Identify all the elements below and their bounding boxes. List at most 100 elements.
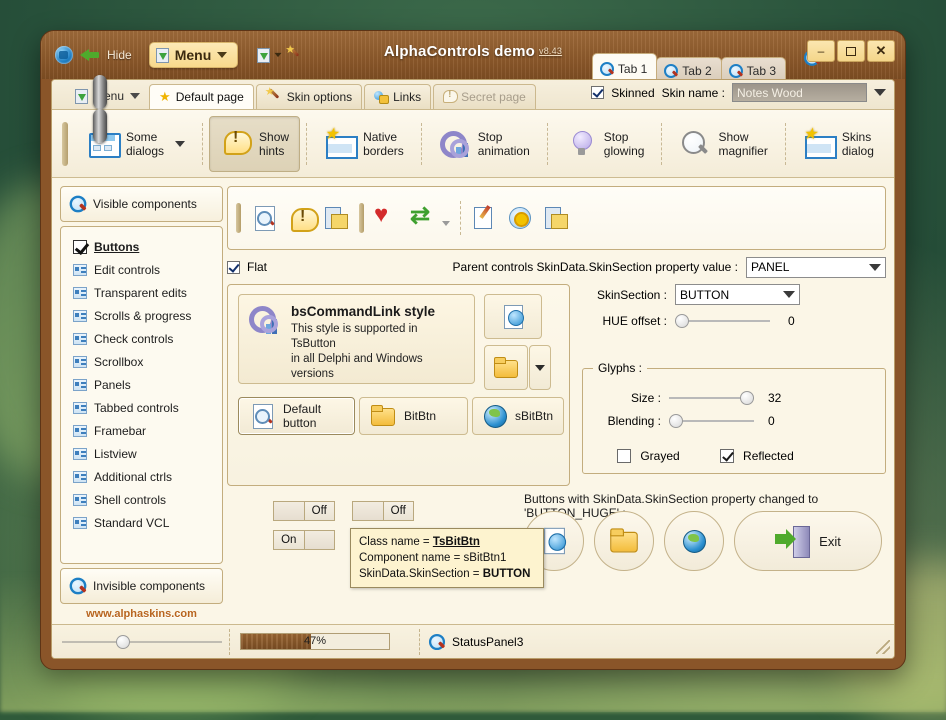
sidebar-list[interactable]: Buttons Edit controls Transparent edits … [60, 226, 223, 564]
toolbar-show-hints-button[interactable]: Show hints [209, 115, 301, 172]
window-title-text: AlphaControls demo [383, 43, 536, 60]
slider-knob[interactable] [740, 391, 754, 405]
sidebar-item-panels[interactable]: Panels [67, 373, 216, 396]
huge-globe-button[interactable] [664, 511, 724, 571]
titlebar-menu-button[interactable]: Menu [148, 42, 239, 68]
chevron-down-icon[interactable] [175, 140, 186, 147]
control-icon [73, 332, 87, 345]
parent-skinsection-combo[interactable]: PANEL [746, 256, 886, 278]
folder-dropdown-button[interactable] [529, 345, 551, 390]
sidebar-header-label: Visible components [93, 197, 197, 211]
grayed-checkbox-group[interactable]: Grayed [617, 449, 680, 463]
sidebar-item-additional-ctrls[interactable]: Additional ctrls [67, 465, 216, 488]
toggle-right-half[interactable]: Off [303, 502, 334, 520]
window-client-area: Menu ★ Default page Skin options Links S… [51, 79, 895, 659]
toolbar-gripper[interactable] [359, 203, 364, 233]
glyph-blending-slider[interactable] [669, 414, 754, 428]
magnifier-icon [664, 63, 679, 78]
toggle-right-half[interactable] [305, 531, 335, 549]
grayed-checkbox[interactable] [617, 449, 631, 463]
toolbar-gripper[interactable] [62, 121, 68, 166]
sidebar-header-visible-components[interactable]: Visible components [60, 186, 223, 222]
bitbtn-button[interactable]: BitBtn [359, 397, 468, 435]
toolbar-native-borders-button[interactable]: ★ Native borders [313, 116, 415, 172]
minimize-button[interactable]: – [807, 40, 835, 62]
chevron-down-icon[interactable] [442, 220, 450, 226]
sidebar-item-standard-vcl[interactable]: Standard VCL [67, 511, 216, 534]
skin-name-input[interactable]: Notes Wood [732, 83, 867, 102]
toggle-off-2[interactable]: Off [352, 501, 414, 521]
sidebar-item-buttons[interactable]: Buttons [67, 235, 216, 258]
toolbar-stop-animation-button[interactable]: Stop animation [428, 116, 541, 172]
edit-pencil-icon[interactable] [471, 205, 497, 231]
sidebar-item-shell-controls[interactable]: Shell controls [67, 488, 216, 511]
magnifier-icon[interactable] [251, 205, 277, 231]
back-arrow-icon[interactable] [80, 47, 100, 63]
hue-offset-slider[interactable] [675, 314, 770, 328]
magic-wand-icon [265, 85, 282, 105]
sidebar-item-label: Transparent edits [94, 285, 187, 300]
chevron-down-icon[interactable] [874, 89, 886, 96]
hue-offset-value: 0 [788, 314, 795, 328]
toolbar-stop-glowing-button[interactable]: Stop glowing [554, 116, 656, 172]
sidebar-item-listview[interactable]: Listview [67, 442, 216, 465]
tab-skin-options[interactable]: Skin options [255, 84, 363, 109]
sidebar-item-scrollbox[interactable]: Scrollbox [67, 350, 216, 373]
slider-knob[interactable] [675, 314, 689, 328]
toggle-left-half[interactable] [274, 502, 304, 520]
toggle-left-half[interactable] [353, 502, 383, 520]
print-icon[interactable] [323, 205, 349, 231]
maximize-button[interactable] [837, 40, 865, 62]
toggle-on-1[interactable]: On [273, 530, 335, 550]
toolbar-separator [420, 122, 422, 165]
globe-document-button[interactable] [484, 294, 542, 339]
skinned-checkbox[interactable] [591, 86, 605, 99]
glyph-size-slider[interactable] [669, 391, 754, 405]
sidebar-item-edit-controls[interactable]: Edit controls [67, 258, 216, 281]
flat-checkbox[interactable] [227, 260, 240, 274]
settings-gear-icon[interactable] [507, 205, 533, 231]
save-down-icon[interactable] [257, 47, 271, 63]
folder-button[interactable] [484, 345, 528, 390]
toggle-left-half[interactable]: On [274, 531, 305, 549]
huge-folder-button[interactable] [594, 511, 654, 571]
sidebar-item-tabbed-controls[interactable]: Tabbed controls [67, 396, 216, 419]
hide-label[interactable]: Hide [107, 48, 132, 62]
reflected-checkbox[interactable] [719, 449, 734, 463]
hint-balloon-icon[interactable] [287, 205, 319, 232]
reflected-checkbox-group[interactable]: Reflected [719, 449, 794, 463]
sidebar-item-framebar[interactable]: Framebar [67, 419, 216, 442]
alphaskins-url-link[interactable]: www.alphaskins.com [60, 608, 223, 620]
sidebar-item-scrolls-progress[interactable]: Scrolls & progress [67, 304, 216, 327]
toggle-right-half[interactable]: Off [382, 502, 413, 520]
resize-grip[interactable] [876, 640, 890, 654]
status-slider[interactable] [62, 634, 222, 649]
sbitbtn-button[interactable]: sBitBtn [472, 397, 564, 435]
magic-wand-icon[interactable] [285, 43, 302, 63]
sidebar-footer-invisible-components[interactable]: Invisible components [60, 568, 223, 604]
slider-knob[interactable] [116, 634, 130, 649]
toolbar-skins-dialog-button[interactable]: ★ Skins dialog [792, 116, 885, 172]
command-link-button[interactable]: bsCommandLink style This style is suppor… [238, 294, 475, 384]
close-button[interactable]: ✕ [867, 40, 895, 62]
print-icon[interactable] [543, 205, 569, 231]
heart-icon[interactable] [374, 201, 400, 231]
huge-exit-button[interactable]: Exit [734, 511, 882, 571]
tab-links[interactable]: Links [364, 84, 432, 109]
chevron-down-icon[interactable] [274, 52, 282, 58]
slider-knob[interactable] [669, 414, 683, 428]
refresh-icon[interactable] [410, 201, 436, 231]
reflected-label: Reflected [743, 449, 794, 463]
toolbar-show-magnifier-button[interactable]: Show magnifier [668, 116, 778, 172]
titlebar-extra-tools[interactable] [257, 43, 302, 63]
folder-icon [609, 526, 639, 556]
sidebar-item-transparent-edits[interactable]: Transparent edits [67, 281, 216, 304]
flat-label: Flat [247, 260, 268, 274]
tab-default-page[interactable]: ★ Default page [149, 84, 254, 109]
sidebar-item-check-controls[interactable]: Check controls [67, 327, 216, 350]
toolbar-gripper[interactable] [236, 203, 241, 233]
toggle-off-1[interactable]: Off [273, 501, 335, 521]
skinsection-combo[interactable]: BUTTON [675, 284, 800, 305]
page-menu-button[interactable]: Menu [66, 83, 149, 109]
default-button[interactable]: Default button [238, 397, 355, 435]
